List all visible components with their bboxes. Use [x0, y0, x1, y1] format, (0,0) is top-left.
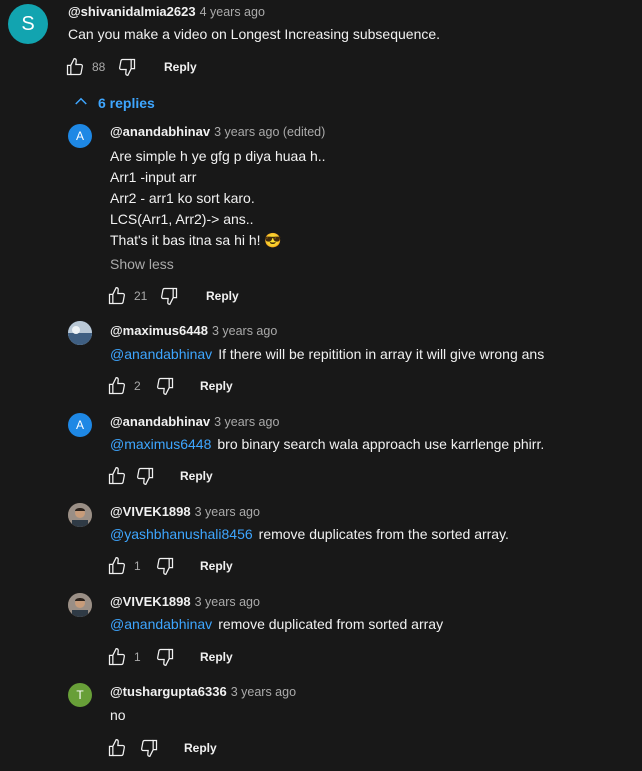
show-less-button[interactable]: Show less — [110, 256, 174, 272]
author-name[interactable]: @maximus6448 — [110, 323, 208, 338]
comment-text: Are simple h ye gfg p diya huaa h.. Arr1… — [110, 146, 326, 251]
like-icon[interactable] — [106, 646, 128, 668]
like-count: 1 — [134, 559, 141, 573]
comment-line: LCS(Arr1, Arr2)-> ans.. — [110, 211, 254, 227]
author-name[interactable]: @anandabhinav — [110, 414, 210, 429]
author-name[interactable]: @anandabhinav — [110, 124, 210, 139]
mention-link[interactable]: @yashbhanushali8456 — [110, 526, 253, 542]
replies-toggle-button[interactable]: 6 replies — [72, 92, 155, 113]
comment-actions: 1 Reply — [106, 645, 233, 669]
comment-time[interactable]: 3 years ago — [195, 595, 260, 609]
reply-body: If there will be repitition in array it … — [218, 346, 545, 362]
like-icon[interactable] — [64, 56, 86, 78]
like-icon[interactable] — [106, 285, 128, 307]
author-name[interactable]: @tushargupta6336 — [110, 684, 227, 699]
reply-button[interactable]: Reply — [184, 741, 217, 755]
comment-actions: 1 Reply — [106, 554, 233, 578]
author-name[interactable]: @shivanidalmia2623 — [68, 4, 196, 19]
chevron-up-icon — [72, 92, 98, 113]
dislike-icon[interactable] — [116, 56, 138, 78]
comment-meta: @anandabhinav 3 years ago — [110, 414, 279, 429]
author-name[interactable]: @VIVEK1898 — [110, 594, 191, 609]
comment-line: Arr1 -input arr — [110, 169, 197, 185]
comment-meta: @maximus6448 3 years ago — [110, 323, 277, 338]
comment-time[interactable]: 3 years ago — [195, 505, 260, 519]
avatar[interactable]: A — [68, 124, 92, 148]
comment-text: @yashbhanushali8456 remove duplicates fro… — [110, 524, 509, 545]
dislike-icon[interactable] — [154, 646, 176, 668]
comment-actions: 88 Reply — [64, 55, 197, 79]
like-icon[interactable] — [106, 737, 128, 759]
comment-meta: @VIVEK1898 3 years ago — [110, 594, 260, 609]
comment-time[interactable]: 3 years ago — [231, 685, 296, 699]
dislike-icon[interactable] — [154, 555, 176, 577]
mention-link[interactable]: @anandabhinav — [110, 616, 212, 632]
reply-button[interactable]: Reply — [164, 60, 197, 74]
comment-actions: Reply — [106, 736, 217, 760]
avatar[interactable] — [68, 593, 92, 617]
reply-button[interactable]: Reply — [200, 379, 233, 393]
like-icon[interactable] — [106, 375, 128, 397]
like-count: 1 — [134, 650, 141, 664]
avatar[interactable]: S — [8, 4, 48, 44]
reply-body: remove duplicates from the sorted array. — [258, 526, 509, 542]
comment-time[interactable]: 3 years ago — [214, 415, 279, 429]
like-count: 2 — [134, 379, 141, 393]
dislike-icon[interactable] — [154, 375, 176, 397]
dislike-icon[interactable] — [138, 737, 160, 759]
avatar[interactable]: A — [68, 413, 92, 437]
author-name[interactable]: @VIVEK1898 — [110, 504, 191, 519]
like-count: 88 — [92, 60, 106, 74]
mention-link[interactable]: @maximus6448 — [110, 436, 211, 452]
comment-text: @anandabhinav remove duplicated from sort… — [110, 614, 443, 635]
avatar[interactable]: T — [68, 683, 92, 707]
replies-count-label: 6 replies — [98, 94, 155, 111]
reply-button[interactable]: Reply — [206, 289, 239, 303]
comment-actions: Reply — [106, 464, 213, 488]
comment-meta: @anandabhinav 3 years ago (edited) — [110, 124, 325, 139]
reply-button[interactable]: Reply — [200, 559, 233, 573]
comment-text: @maximus6448 bro binary search wala appro… — [110, 434, 544, 455]
dislike-icon[interactable] — [134, 465, 156, 487]
comment-line: Are simple h ye gfg p diya huaa h.. — [110, 148, 326, 164]
comment-meta: @tushargupta6336 3 years ago — [110, 684, 296, 699]
like-icon[interactable] — [106, 465, 128, 487]
comment-meta: @shivanidalmia2623 4 years ago — [68, 4, 265, 19]
reply-body: remove duplicated from sorted array — [218, 616, 444, 632]
comment-actions: 21 Reply — [106, 284, 239, 308]
reply-body: bro binary search wala approach use karr… — [217, 436, 545, 452]
like-icon[interactable] — [106, 555, 128, 577]
comment-text: no — [110, 707, 126, 723]
like-count: 21 — [134, 289, 148, 303]
avatar[interactable] — [68, 503, 92, 527]
avatar[interactable] — [68, 321, 92, 345]
dislike-icon[interactable] — [158, 285, 180, 307]
reply-button[interactable]: Reply — [200, 650, 233, 664]
mention-link[interactable]: @anandabhinav — [110, 346, 212, 362]
comment-time[interactable]: 3 years ago — [212, 324, 277, 338]
comment-text: Can you make a video on Longest Increasi… — [68, 26, 441, 42]
comment-time[interactable]: 3 years ago (edited) — [214, 125, 325, 139]
comment-line: That's it bas itna sa hi h! 😎 — [110, 232, 282, 248]
reply-button[interactable]: Reply — [180, 469, 213, 483]
comment-time[interactable]: 4 years ago — [200, 5, 265, 19]
comment-meta: @VIVEK1898 3 years ago — [110, 504, 260, 519]
comment-text: @anandabhinav If there will be repitition… — [110, 344, 544, 365]
comment-line: Arr2 - arr1 ko sort karo. — [110, 190, 255, 206]
comment-actions: 2 Reply — [106, 374, 233, 398]
